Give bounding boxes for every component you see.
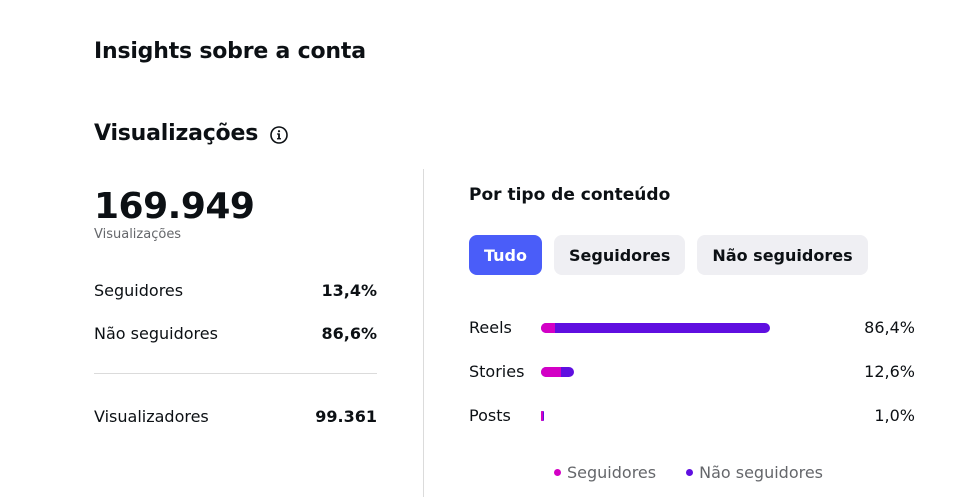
tab-all[interactable]: Tudo <box>469 235 542 275</box>
bar-track-posts <box>541 411 806 421</box>
total-views-number: 169.949 <box>94 186 255 227</box>
bar-label-stories: Stories <box>469 362 525 381</box>
audience-tabs: Tudo Seguidores Não seguidores <box>469 235 868 275</box>
followers-row: Seguidores 13,4% <box>94 281 377 300</box>
total-views-label: Visualizações <box>94 227 182 242</box>
content-type-panel: Por tipo de conteúdo Tudo Seguidores Não… <box>469 185 915 482</box>
summary-divider <box>94 373 377 374</box>
legend-dot-non-followers <box>686 469 694 476</box>
bar-reels <box>541 323 770 333</box>
legend-dot-followers <box>554 469 561 476</box>
info-circle-icon[interactable] <box>270 125 288 144</box>
chart-legend: Seguidores Não seguidores <box>554 463 823 482</box>
bar-segment-reels-followers <box>541 323 555 333</box>
column-divider <box>423 169 424 497</box>
bar-label-posts: Posts <box>469 406 511 425</box>
bar-stories <box>541 367 575 377</box>
viewers-label: Visualizadores <box>94 407 209 426</box>
tab-followers[interactable]: Seguidores <box>554 235 686 275</box>
non-followers-value: 86,6% <box>321 324 377 343</box>
tab-non-followers[interactable]: Não seguidores <box>697 235 868 275</box>
legend-item-non-followers: Não seguidores <box>686 463 823 482</box>
viewers-row: Visualizadores 99.361 <box>94 407 377 426</box>
bar-segment-stories-followers <box>541 367 562 377</box>
bar-track-reels <box>541 323 806 333</box>
bar-segment-posts-followers <box>541 411 543 421</box>
followers-value: 13,4% <box>321 281 377 300</box>
followers-label: Seguidores <box>94 281 184 300</box>
bar-row-reels: Reels 86,4% <box>469 317 915 339</box>
viewers-value: 99.361 <box>315 407 377 426</box>
bar-row-stories: Stories 12,6% <box>469 361 915 383</box>
bar-row-posts: Posts 1,0% <box>469 405 915 427</box>
bar-value-stories: 12,6% <box>864 362 915 381</box>
views-summary: 169.949 Visualizações Seguidores 13,4% N… <box>94 185 377 426</box>
legend-label-non-followers: Não seguidores <box>699 463 824 482</box>
section-title-label: Visualizações <box>94 121 259 146</box>
bar-label-reels: Reels <box>469 318 512 337</box>
non-followers-label: Não seguidores <box>94 324 218 343</box>
bar-value-posts: 1,0% <box>874 406 915 425</box>
page-title: Insights sobre a conta <box>94 39 366 64</box>
bar-posts <box>541 411 544 421</box>
content-type-title: Por tipo de conteúdo <box>469 185 671 205</box>
bar-value-reels: 86,4% <box>864 318 915 337</box>
bar-track-stories <box>541 367 806 377</box>
non-followers-row: Não seguidores 86,6% <box>94 324 377 343</box>
legend-label-followers: Seguidores <box>567 463 657 482</box>
section-title: Visualizações <box>94 121 288 146</box>
legend-item-followers: Seguidores <box>554 463 656 482</box>
